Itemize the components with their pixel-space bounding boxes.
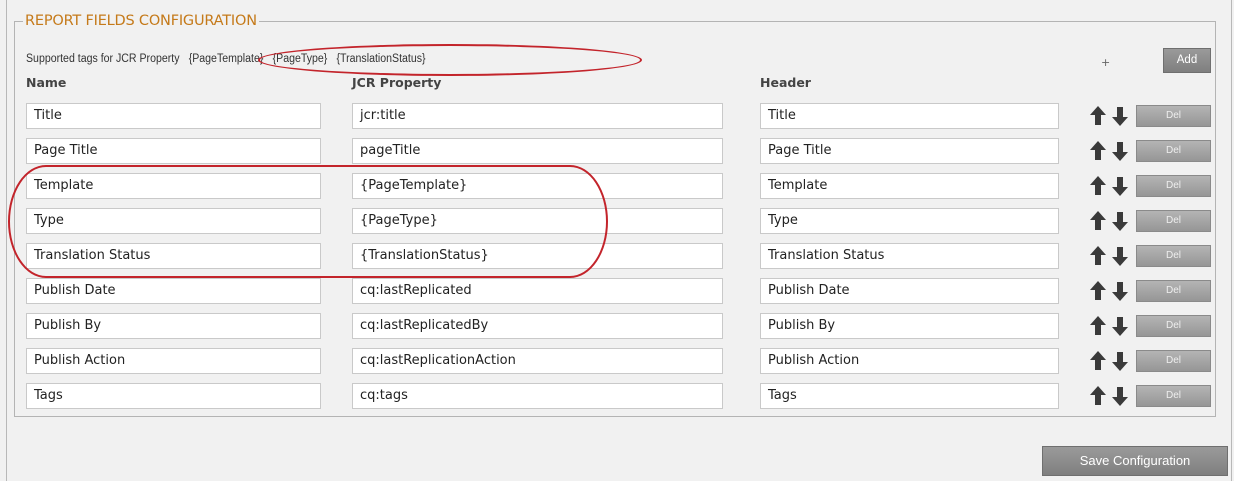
jcr-property-input[interactable]: pageTitle bbox=[352, 138, 723, 164]
arrow-down-icon[interactable] bbox=[1112, 142, 1128, 161]
arrow-down-icon[interactable] bbox=[1112, 352, 1128, 371]
column-header-jcr-property: JCR Property bbox=[352, 75, 442, 90]
arrow-down-icon[interactable] bbox=[1112, 212, 1128, 231]
reorder-arrows bbox=[1088, 279, 1134, 303]
arrow-up-icon[interactable] bbox=[1090, 141, 1106, 160]
supported-tags-label: Supported tags for JCR Property bbox=[26, 53, 180, 65]
field-row: Template {PageTemplate} Template Del bbox=[0, 173, 1234, 201]
arrow-up-icon[interactable] bbox=[1090, 246, 1106, 265]
header-input[interactable]: Type bbox=[760, 208, 1059, 234]
reorder-arrows bbox=[1088, 209, 1134, 233]
name-input[interactable]: Type bbox=[26, 208, 321, 234]
field-row: Type {PageType} Type Del bbox=[0, 208, 1234, 236]
name-input[interactable]: Publish Action bbox=[26, 348, 321, 374]
reorder-arrows bbox=[1088, 139, 1134, 163]
arrow-up-icon[interactable] bbox=[1090, 281, 1106, 300]
reorder-arrows bbox=[1088, 104, 1134, 128]
name-input[interactable]: Translation Status bbox=[26, 243, 321, 269]
header-input[interactable]: Publish Action bbox=[760, 348, 1059, 374]
arrow-up-icon[interactable] bbox=[1090, 316, 1106, 335]
reorder-arrows bbox=[1088, 384, 1134, 408]
name-input[interactable]: Template bbox=[26, 173, 321, 199]
arrow-down-icon[interactable] bbox=[1112, 387, 1128, 406]
plus-icon: + bbox=[1101, 56, 1111, 69]
jcr-property-input[interactable]: {PageType} bbox=[352, 208, 723, 234]
arrow-up-icon[interactable] bbox=[1090, 211, 1106, 230]
delete-button[interactable]: Del bbox=[1136, 280, 1211, 302]
reorder-arrows bbox=[1088, 349, 1134, 373]
save-configuration-button[interactable]: Save Configuration bbox=[1042, 446, 1228, 476]
delete-button[interactable]: Del bbox=[1136, 210, 1211, 232]
delete-button[interactable]: Del bbox=[1136, 175, 1211, 197]
header-input[interactable]: Page Title bbox=[760, 138, 1059, 164]
arrow-up-icon[interactable] bbox=[1090, 386, 1106, 405]
supported-tag: {PageTemplate} bbox=[188, 53, 264, 65]
arrow-up-icon[interactable] bbox=[1090, 176, 1106, 195]
panel-legend: REPORT FIELDS CONFIGURATION bbox=[25, 13, 257, 29]
jcr-property-input[interactable]: {TranslationStatus} bbox=[352, 243, 723, 269]
name-input[interactable]: Title bbox=[26, 103, 321, 129]
field-row: Publish By cq:lastReplicatedBy Publish By D… bbox=[0, 313, 1234, 341]
name-input[interactable]: Page Title bbox=[26, 138, 321, 164]
delete-button[interactable]: Del bbox=[1136, 315, 1211, 337]
arrow-down-icon[interactable] bbox=[1112, 177, 1128, 196]
delete-button[interactable]: Del bbox=[1136, 105, 1211, 127]
field-row: Publish Action cq:lastReplicationAction Pu… bbox=[0, 348, 1234, 376]
name-input[interactable]: Publish By bbox=[26, 313, 321, 339]
arrow-down-icon[interactable] bbox=[1112, 107, 1128, 126]
jcr-property-input[interactable]: cq:lastReplicatedBy bbox=[352, 313, 723, 339]
column-header-header: Header bbox=[760, 75, 811, 90]
jcr-property-input[interactable]: cq:lastReplicationAction bbox=[352, 348, 723, 374]
header-input[interactable]: Publish Date bbox=[760, 278, 1059, 304]
field-row: Translation Status {TranslationStatus} Tra… bbox=[0, 243, 1234, 271]
arrow-down-icon[interactable] bbox=[1112, 317, 1128, 336]
field-row: Page Title pageTitle Page Title Del bbox=[0, 138, 1234, 166]
arrow-up-icon[interactable] bbox=[1090, 106, 1106, 125]
add-button[interactable]: Add bbox=[1163, 48, 1211, 73]
supported-tag: {TranslationStatus} bbox=[336, 53, 426, 65]
jcr-property-input[interactable]: {PageTemplate} bbox=[352, 173, 723, 199]
delete-button[interactable]: Del bbox=[1136, 140, 1211, 162]
reorder-arrows bbox=[1088, 314, 1134, 338]
delete-button[interactable]: Del bbox=[1136, 385, 1211, 407]
field-row: Publish Date cq:lastReplicated Publish Dat… bbox=[0, 278, 1234, 306]
header-input[interactable]: Template bbox=[760, 173, 1059, 199]
column-header-name: Name bbox=[26, 75, 67, 90]
header-input[interactable]: Title bbox=[760, 103, 1059, 129]
supported-tags-line: Supported tags for JCR Property {PageTemp… bbox=[26, 49, 426, 69]
name-input[interactable]: Tags bbox=[26, 383, 321, 409]
delete-button[interactable]: Del bbox=[1136, 350, 1211, 372]
jcr-property-input[interactable]: cq:tags bbox=[352, 383, 723, 409]
arrow-down-icon[interactable] bbox=[1112, 247, 1128, 266]
reorder-arrows bbox=[1088, 174, 1134, 198]
jcr-property-input[interactable]: jcr:title bbox=[352, 103, 723, 129]
header-input[interactable]: Translation Status bbox=[760, 243, 1059, 269]
jcr-property-input[interactable]: cq:lastReplicated bbox=[352, 278, 723, 304]
arrow-up-icon[interactable] bbox=[1090, 351, 1106, 370]
delete-button[interactable]: Del bbox=[1136, 245, 1211, 267]
field-row: Tags cq:tags Tags Del bbox=[0, 383, 1234, 411]
header-input[interactable]: Tags bbox=[760, 383, 1059, 409]
arrow-down-icon[interactable] bbox=[1112, 282, 1128, 301]
reorder-arrows bbox=[1088, 244, 1134, 268]
header-input[interactable]: Publish By bbox=[760, 313, 1059, 339]
supported-tag: {PageType} bbox=[272, 53, 328, 65]
name-input[interactable]: Publish Date bbox=[26, 278, 321, 304]
field-row: Title jcr:title Title Del bbox=[0, 103, 1234, 131]
